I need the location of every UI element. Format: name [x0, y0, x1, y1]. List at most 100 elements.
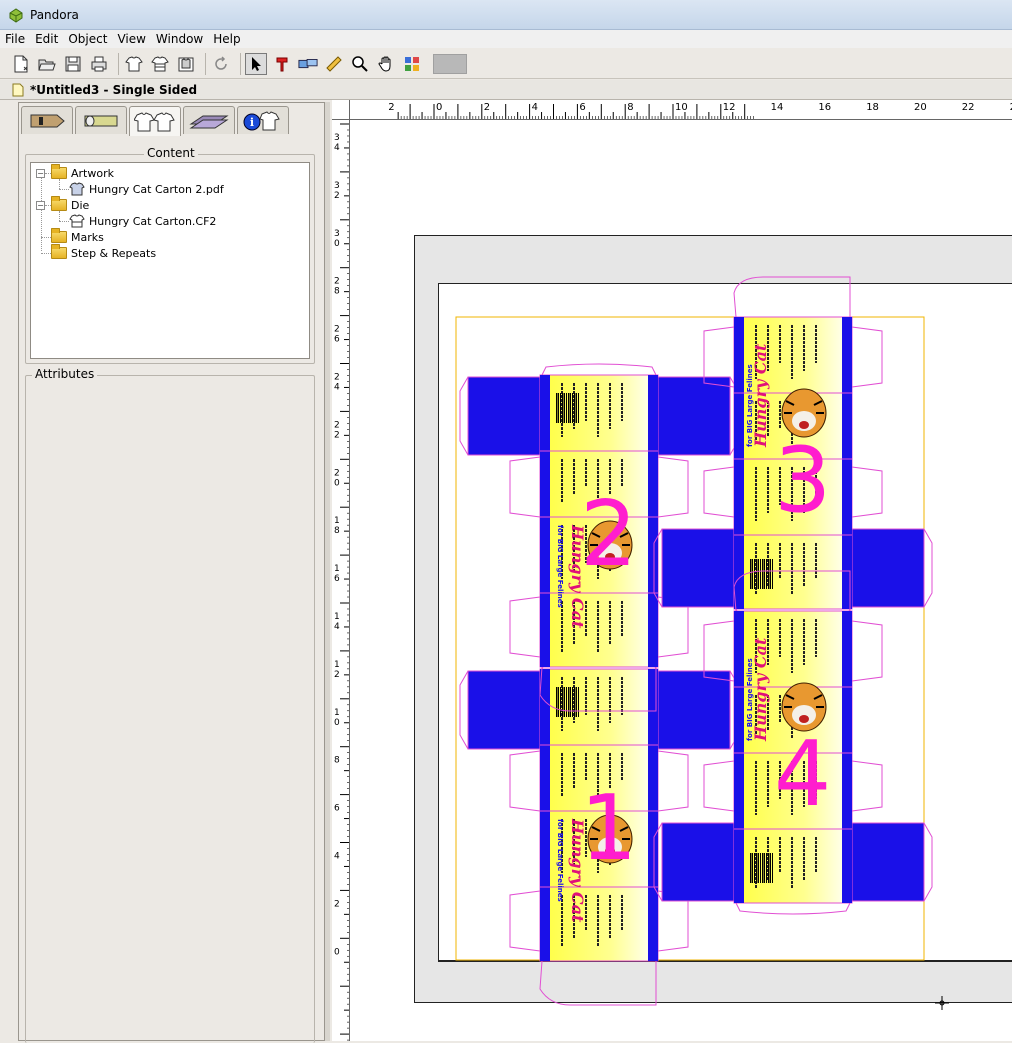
tree-node-artwork-file[interactable]: Hungry Cat Carton 2.pdf: [69, 181, 224, 197]
grid-icon: [405, 56, 419, 71]
move-tool-button[interactable]: [297, 53, 319, 75]
pan-tool-button[interactable]: [375, 53, 397, 75]
svg-text:4: 4: [334, 852, 340, 862]
svg-text:2: 2: [334, 373, 340, 383]
tab-content[interactable]: [129, 106, 181, 136]
tab-output[interactable]: [183, 106, 235, 134]
svg-text:8: 8: [334, 756, 340, 766]
svg-text:8: 8: [334, 287, 340, 297]
left-ruler-label: 34: [334, 133, 340, 153]
svg-text:1: 1: [334, 708, 340, 718]
top-ruler-label: 14: [771, 102, 784, 113]
left-ruler-label: 28: [334, 277, 340, 297]
svg-text:3: 3: [334, 229, 340, 239]
svg-text:4: 4: [334, 143, 340, 153]
left-ruler-label: 18: [334, 516, 340, 536]
rotate-icon: [215, 55, 227, 70]
info-icon: i: [243, 110, 280, 130]
svg-text:3: 3: [334, 181, 340, 191]
menu-object[interactable]: Object: [63, 30, 112, 48]
tab-info[interactable]: i: [237, 106, 289, 134]
toolbar-separator: [240, 52, 241, 75]
pandora-app-icon: [9, 7, 23, 23]
top-ruler-label: 2: [484, 102, 490, 113]
svg-text:2: 2: [334, 468, 340, 478]
left-ruler-ticks: 3432302826242220181614121086420: [334, 123, 349, 1041]
menu-bar: File Edit Object View Window Help: [0, 30, 1012, 48]
tab-media[interactable]: [75, 106, 127, 134]
open-button[interactable]: [36, 53, 58, 75]
svg-text:6: 6: [334, 335, 340, 345]
left-ruler-label: 14: [334, 612, 340, 632]
top-ruler-label: 20: [914, 102, 927, 113]
top-ruler-ticks: 2024681012141618202224: [388, 102, 1012, 119]
print-button[interactable]: [88, 53, 110, 75]
menu-file[interactable]: File: [0, 30, 30, 48]
svg-text:1: 1: [334, 516, 340, 526]
top-ruler-label: 10: [675, 102, 688, 113]
measure-tool-button[interactable]: [323, 53, 345, 75]
ruler-icon: [326, 55, 342, 72]
attributes-area: [30, 390, 310, 1043]
collapse-toggle[interactable]: −: [36, 168, 45, 178]
svg-text:6: 6: [334, 574, 340, 584]
tag-icon: [30, 114, 65, 127]
tab-job-info[interactable]: [21, 106, 73, 134]
panel-splitter[interactable]: [325, 102, 330, 1041]
pin-tool-button[interactable]: [271, 53, 293, 75]
tree-node-die-file[interactable]: Hungry Cat Carton.CF2: [69, 213, 216, 229]
top-ruler-label: 22: [962, 102, 975, 113]
output-stack-icon: [189, 115, 229, 128]
menu-help[interactable]: Help: [208, 30, 245, 48]
grid-tool-button[interactable]: [401, 53, 423, 75]
save-button[interactable]: [62, 53, 84, 75]
top-ruler-label: 8: [627, 102, 633, 113]
refresh-button[interactable]: [210, 53, 232, 75]
left-ruler-label: 4: [334, 852, 340, 862]
layout-button[interactable]: [175, 53, 197, 75]
left-panel: i Content − Artwork Hungry Cat Carton 2.: [18, 102, 325, 1043]
top-ruler-label: 6: [579, 102, 585, 113]
left-ruler-label: 24: [334, 373, 340, 393]
svg-text:i: i: [250, 116, 254, 129]
zoom-tool-button[interactable]: [349, 53, 371, 75]
top-ruler-label: 12: [723, 102, 736, 113]
folder-icon: [51, 164, 67, 179]
left-ruler-label: 30: [334, 229, 340, 249]
svg-text:0: 0: [334, 947, 340, 957]
menu-edit[interactable]: Edit: [30, 30, 63, 48]
die-button[interactable]: [149, 53, 171, 75]
save-icon: [65, 56, 81, 71]
left-ruler-label: 32: [334, 181, 340, 201]
attributes-group: Attributes: [25, 367, 315, 1043]
collapse-toggle[interactable]: −: [36, 200, 45, 210]
artwork-button[interactable]: [123, 53, 145, 75]
tree-node-step-repeats[interactable]: Step & Repeats: [51, 244, 156, 261]
top-ruler-label: 16: [818, 102, 831, 113]
left-ruler-label: 12: [334, 660, 340, 680]
tree-node-artwork[interactable]: − Artwork: [36, 164, 114, 181]
left-ruler-label: 6: [334, 804, 340, 814]
svg-text:2: 2: [334, 899, 340, 909]
top-ruler-label: 2: [388, 102, 394, 113]
select-tool-button[interactable]: [245, 52, 267, 75]
left-ruler-label: 2: [334, 899, 340, 909]
document-title: *Untitled3 - Single Sided: [30, 82, 198, 97]
menu-view[interactable]: View: [112, 30, 150, 48]
shirt-icon: [69, 182, 85, 196]
select-arrow-icon: [252, 56, 261, 71]
new-document-button[interactable]: [10, 53, 32, 75]
toolbar-separator: [205, 52, 206, 75]
svg-text:2: 2: [334, 325, 340, 335]
layout-canvas[interactable]: Hungry Cat for BIG Large Felines 1 Hungry C…: [350, 120, 1012, 1041]
crosshair-cursor: [935, 996, 949, 1010]
menu-window[interactable]: Window: [151, 30, 208, 48]
document-icon: [12, 83, 24, 96]
tree-node-die[interactable]: − Die: [36, 196, 89, 213]
ruler-origin[interactable]: [332, 100, 350, 120]
svg-text:0: 0: [334, 478, 340, 488]
shirt-pair-icon: [134, 111, 175, 131]
title-bar: Pandora: [0, 0, 1012, 30]
tree-node-marks[interactable]: Marks: [51, 228, 104, 245]
left-ruler-label: 0: [334, 947, 340, 957]
